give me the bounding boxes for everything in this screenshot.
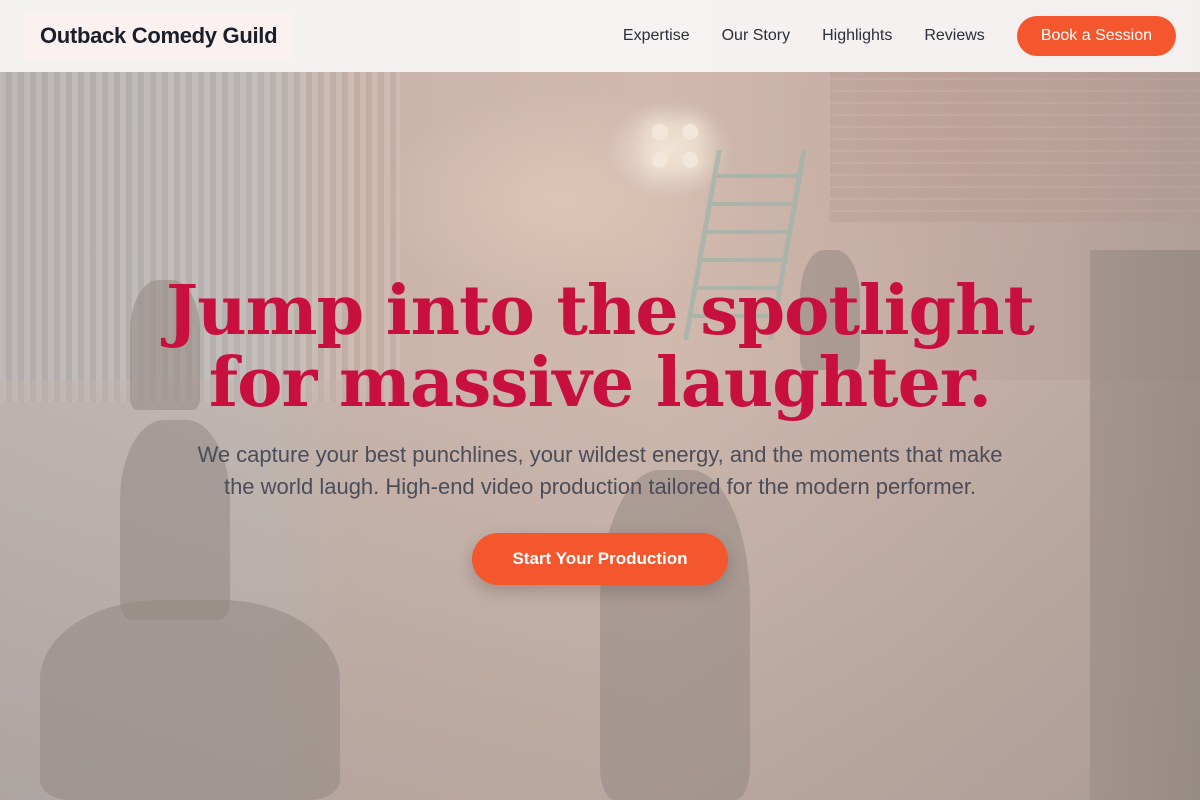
hero-headline-line-1: Jump into the spotlight xyxy=(166,271,1035,351)
nav-link-our-story[interactable]: Our Story xyxy=(722,27,790,45)
hero-headline-line-2: for massive laughter. xyxy=(208,343,992,423)
nav-link-expertise[interactable]: Expertise xyxy=(623,27,690,45)
main-nav: Expertise Our Story Highlights Reviews xyxy=(623,27,985,45)
hero-headline: Jump into the spotlight for massive laug… xyxy=(0,275,1200,419)
nav-link-highlights[interactable]: Highlights xyxy=(822,27,892,45)
book-session-button[interactable]: Book a Session xyxy=(1016,16,1176,56)
hero-section: Jump into the spotlight for massive laug… xyxy=(0,275,1200,585)
site-header: Outback Comedy Guild Expertise Our Story… xyxy=(0,0,1200,72)
brand-logo[interactable]: Outback Comedy Guild xyxy=(24,13,294,59)
start-production-button[interactable]: Start Your Production xyxy=(472,533,728,585)
hero-subtitle: We capture your best punchlines, your wi… xyxy=(197,442,1003,499)
nav-link-reviews[interactable]: Reviews xyxy=(924,27,984,45)
